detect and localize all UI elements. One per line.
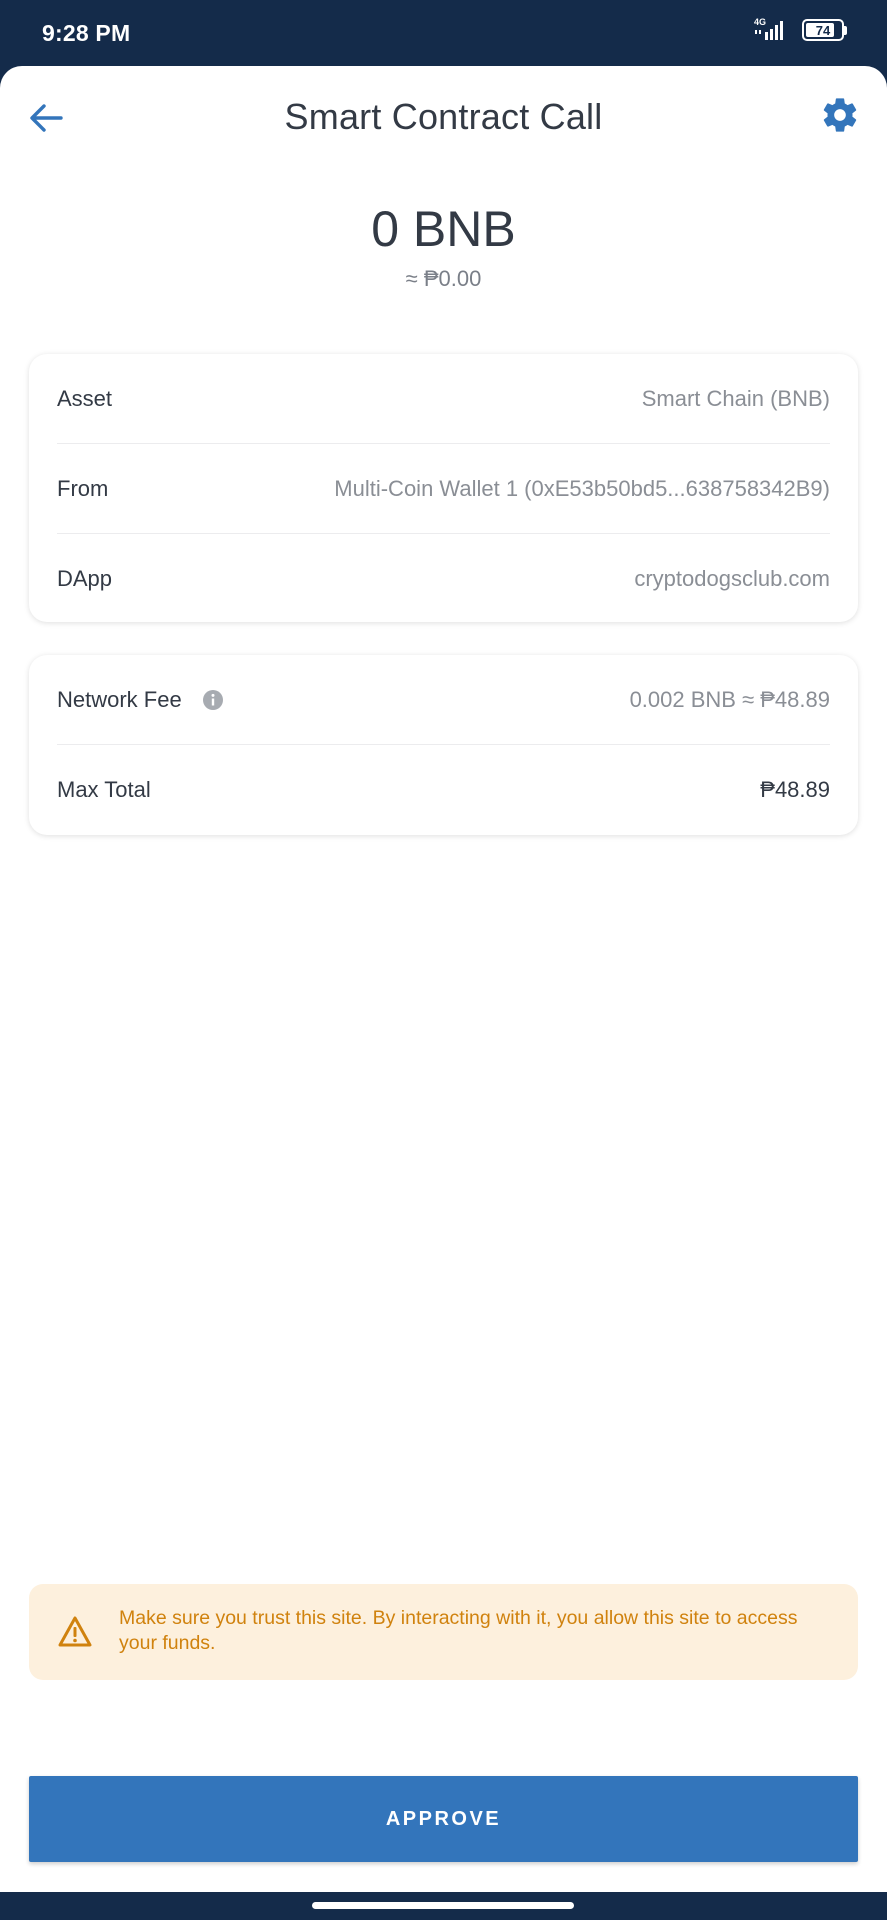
navigation-bar <box>0 1892 887 1920</box>
max-total-row: Max Total ₱48.89 <box>57 745 830 835</box>
from-value: Multi-Coin Wallet 1 (0xE53b50bd5...63875… <box>334 476 830 501</box>
trust-warning-banner: Make sure you trust this site. By intera… <box>29 1584 858 1680</box>
status-icons: 4G 74 <box>752 17 847 42</box>
info-icon[interactable] <box>202 689 224 711</box>
dapp-label: DApp <box>57 566 113 591</box>
status-time: 9:28 PM <box>42 20 131 46</box>
settings-button[interactable] <box>817 92 863 138</box>
amount-value: 0 BNB <box>371 201 516 257</box>
network-fee-row[interactable]: Network Fee 0.002 BNB ≈ ₱48.89 <box>57 655 830 745</box>
battery-indicator: 74 <box>802 19 847 41</box>
from-row: From Multi-Coin Wallet 1 (0xE53b50bd5...… <box>57 444 830 534</box>
from-label: From <box>57 476 109 501</box>
gear-icon <box>823 98 857 132</box>
asset-value: Smart Chain (BNB) <box>641 386 830 411</box>
max-total-value: ₱48.89 <box>760 777 830 802</box>
dapp-value: cryptodogsclub.com <box>634 566 830 591</box>
status-bar: 9:28 PM 4G 74 <box>0 0 887 66</box>
battery-level: 74 <box>815 22 831 38</box>
warning-text: Make sure you trust this site. By intera… <box>119 1607 798 1654</box>
asset-row: Asset Smart Chain (BNB) <box>57 354 830 444</box>
asset-label: Asset <box>57 386 113 411</box>
details-card: Asset Smart Chain (BNB) From Multi-Coin … <box>29 354 858 622</box>
network-fee-label: Network Fee <box>57 687 182 712</box>
network-fee-value: 0.002 BNB ≈ ₱48.89 <box>629 687 830 712</box>
transaction-sheet: Smart Contract Call 0 BNB ≈ ₱0.00 Asset … <box>0 66 887 1892</box>
approve-button[interactable]: APPROVE <box>29 1776 858 1862</box>
amount-fiat-value: ≈ ₱0.00 <box>405 266 482 291</box>
fees-card: Network Fee 0.002 BNB ≈ ₱48.89 Max Total… <box>29 655 858 835</box>
dapp-row: DApp cryptodogsclub.com <box>57 534 830 624</box>
home-indicator[interactable] <box>312 1902 574 1909</box>
warning-icon <box>58 1616 92 1647</box>
battery-icon: 74 <box>802 19 844 41</box>
max-total-label: Max Total <box>57 777 151 802</box>
page-title: Smart Contract Call <box>284 96 603 137</box>
signal-icon: 4G <box>752 17 790 42</box>
